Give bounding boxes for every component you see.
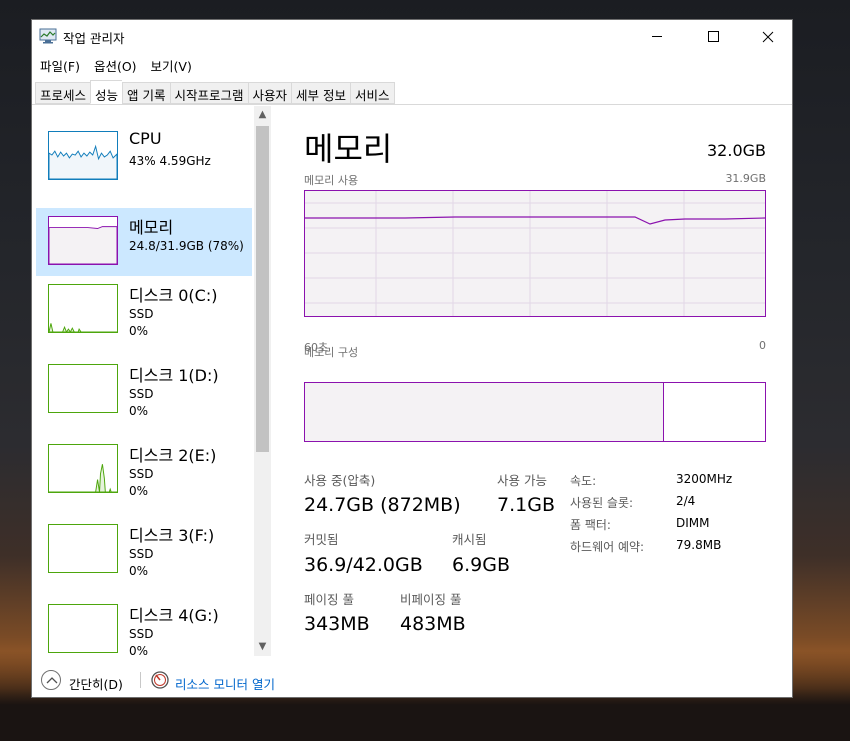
maximize-icon bbox=[707, 31, 719, 42]
form-factor-label: 폼 팩터: bbox=[570, 518, 611, 532]
cached-value: 6.9GB bbox=[452, 554, 510, 576]
in-use-value: 24.7GB (872MB) bbox=[304, 494, 461, 516]
scroll-thumb[interactable] bbox=[256, 126, 269, 452]
chevron-up-icon[interactable] bbox=[41, 670, 61, 690]
task-manager-app-icon bbox=[39, 28, 57, 44]
slots-value: 2/4 bbox=[676, 494, 696, 508]
sidebar-scrollbar[interactable]: ▲ ▼ bbox=[254, 106, 271, 656]
available-label: 사용 가능 bbox=[497, 473, 547, 488]
paged-pool-value: 343MB bbox=[304, 613, 370, 635]
menu-view[interactable]: 보기(V) bbox=[149, 54, 198, 76]
sidebar-item-usage: 0% bbox=[129, 324, 149, 338]
sidebar-item-label: 디스크 2(E:) bbox=[129, 446, 217, 465]
menu-bar: 파일(F) 옵션(O) 보기(V) bbox=[32, 54, 792, 76]
total-memory: 32.0GB bbox=[707, 141, 766, 160]
performance-sidebar: CPU 43% 4.59GHz 메모리 24.8/31.9GB (78%) 디스… bbox=[32, 106, 272, 656]
page-title: 메모리 bbox=[304, 130, 393, 168]
nonpaged-pool-value: 483MB bbox=[400, 613, 466, 635]
minimize-icon bbox=[652, 36, 662, 37]
footer-bar: 간단히(D) 리소스 모니터 열기 bbox=[32, 656, 792, 699]
usage-graph-label: 메모리 사용 bbox=[304, 174, 359, 187]
tab-processes[interactable]: 프로세스 bbox=[35, 82, 91, 104]
sidebar-item-usage: 0% bbox=[129, 404, 149, 418]
cpu-thumbnail-graph bbox=[48, 131, 118, 180]
committed-label: 커밋됨 bbox=[304, 532, 339, 547]
sidebar-item-disk-1[interactable]: 디스크 1(D:) SSD 0% bbox=[36, 356, 252, 424]
tab-performance[interactable]: 성능 bbox=[90, 80, 123, 104]
scroll-up-icon[interactable]: ▲ bbox=[254, 106, 271, 124]
speed-value: 3200MHz bbox=[676, 472, 733, 486]
sidebar-item-label: 디스크 4(G:) bbox=[129, 606, 219, 625]
title-bar[interactable]: 작업 관리자 bbox=[32, 20, 792, 53]
committed-value: 36.9/42.0GB bbox=[304, 554, 423, 576]
sidebar-item-disk-2[interactable]: 디스크 2(E:) SSD 0% bbox=[36, 436, 252, 504]
hardware-reserved-value: 79.8MB bbox=[676, 538, 722, 552]
window-title: 작업 관리자 bbox=[63, 31, 125, 46]
sidebar-item-label: 디스크 0(C:) bbox=[129, 286, 218, 305]
in-use-label: 사용 중(압축) bbox=[304, 473, 376, 488]
disk-thumbnail-graph bbox=[48, 524, 118, 573]
sidebar-item-usage: 0% bbox=[129, 644, 149, 656]
menu-file[interactable]: 파일(F) bbox=[38, 54, 86, 76]
footer-divider bbox=[140, 672, 141, 688]
tab-details[interactable]: 세부 정보 bbox=[291, 82, 351, 104]
cached-label: 캐시됨 bbox=[452, 532, 487, 547]
sidebar-item-type: SSD bbox=[129, 627, 154, 641]
task-manager-window: 작업 관리자 파일(F) 옵션(O) 보기(V) 프로세스 성능 앱 기록 시작… bbox=[31, 19, 793, 698]
nonpaged-pool-label: 비페이징 풀 bbox=[400, 592, 462, 607]
close-icon bbox=[762, 31, 774, 42]
sidebar-item-disk-3[interactable]: 디스크 3(F:) SSD 0% bbox=[36, 516, 252, 584]
speed-label: 속도: bbox=[570, 474, 597, 488]
slots-label: 사용된 슬롯: bbox=[570, 496, 634, 510]
sidebar-item-type: SSD bbox=[129, 387, 154, 401]
composition-label: 메모리 구성 bbox=[304, 346, 359, 359]
resource-monitor-icon[interactable] bbox=[150, 670, 170, 690]
sidebar-item-disk-0[interactable]: 디스크 0(C:) SSD 0% bbox=[36, 276, 252, 344]
sidebar-item-type: SSD bbox=[129, 467, 154, 481]
tab-bar: 프로세스 성능 앱 기록 시작프로그램 사용자 세부 정보 서비스 bbox=[32, 80, 792, 105]
sidebar-item-type: SSD bbox=[129, 547, 154, 561]
open-resource-monitor-link[interactable]: 리소스 모니터 열기 bbox=[175, 674, 275, 693]
tab-startup[interactable]: 시작프로그램 bbox=[169, 82, 248, 104]
disk-thumbnail-graph bbox=[48, 364, 118, 413]
sidebar-item-type: SSD bbox=[129, 307, 154, 321]
paged-pool-label: 페이징 풀 bbox=[304, 592, 354, 607]
sidebar-item-usage: 0% bbox=[129, 484, 149, 498]
sidebar-item-label: 메모리 bbox=[129, 218, 174, 237]
sidebar-item-cpu[interactable]: CPU 43% 4.59GHz bbox=[36, 123, 252, 191]
tab-app-history[interactable]: 앱 기록 bbox=[122, 82, 170, 104]
memory-usage-graph bbox=[304, 190, 766, 317]
graph-axis-right: 0 bbox=[759, 339, 766, 352]
sidebar-item-label: 디스크 1(D:) bbox=[129, 366, 219, 385]
hardware-reserved-label: 하드웨어 예약: bbox=[570, 540, 645, 554]
sidebar-item-detail: 24.8/31.9GB (78%) bbox=[129, 239, 244, 253]
disk-thumbnail-graph bbox=[48, 444, 118, 493]
sidebar-item-label: 디스크 3(F:) bbox=[129, 526, 215, 545]
memory-thumbnail-graph bbox=[48, 216, 118, 265]
tab-services[interactable]: 서비스 bbox=[350, 82, 395, 104]
fewer-details-button[interactable]: 간단히(D) bbox=[69, 674, 123, 693]
form-factor-value: DIMM bbox=[676, 516, 710, 530]
memory-composition-bar[interactable] bbox=[304, 382, 766, 442]
sidebar-item-memory[interactable]: 메모리 24.8/31.9GB (78%) bbox=[36, 208, 252, 276]
sidebar-item-disk-4[interactable]: 디스크 4(G:) SSD 0% bbox=[36, 596, 252, 656]
sidebar-item-usage: 0% bbox=[129, 564, 149, 578]
available-value: 7.1GB bbox=[497, 494, 555, 516]
sidebar-item-detail: 43% 4.59GHz bbox=[129, 154, 211, 168]
menu-options[interactable]: 옵션(O) bbox=[92, 54, 143, 76]
tab-users[interactable]: 사용자 bbox=[247, 82, 292, 104]
disk-thumbnail-graph bbox=[48, 284, 118, 333]
composition-in-use bbox=[305, 383, 664, 441]
disk-thumbnail-graph bbox=[48, 604, 118, 653]
maximize-button[interactable] bbox=[690, 20, 736, 53]
memory-detail-panel: 메모리 32.0GB 메모리 사용 31.9GB 60초 0 메모리 구성 사용… bbox=[275, 106, 794, 656]
composition-free bbox=[760, 383, 765, 441]
minimize-button[interactable] bbox=[634, 20, 680, 53]
sidebar-item-label: CPU bbox=[129, 129, 162, 148]
composition-standby bbox=[664, 383, 762, 441]
scroll-down-icon[interactable]: ▼ bbox=[254, 638, 271, 656]
close-button[interactable] bbox=[745, 20, 791, 53]
usage-graph-max: 31.9GB bbox=[725, 172, 766, 185]
